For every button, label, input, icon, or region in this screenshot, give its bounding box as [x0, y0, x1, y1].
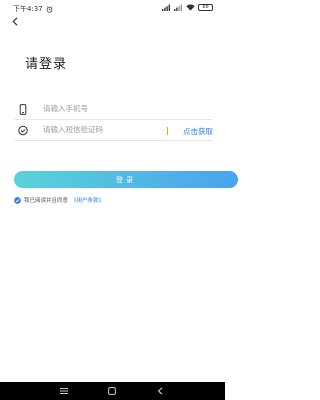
agreement-text: 我已阅读并且同意 — [24, 198, 69, 204]
signal-icon — [162, 4, 170, 11]
page-title: 请登录 — [25, 57, 68, 72]
wifi-icon — [186, 4, 195, 11]
menu-icon — [60, 388, 68, 394]
status-bar: 下午4:37 88 — [0, 0, 225, 16]
battery-icon: 88 — [198, 4, 213, 11]
status-right: 88 — [162, 4, 213, 11]
code-divider — [167, 127, 168, 135]
agreement: 我已阅读并且同意 《用户条款》 — [14, 196, 104, 204]
terms-link[interactable]: 《用户条款》 — [71, 196, 104, 204]
code-input[interactable] — [43, 125, 163, 134]
checkbox-checked-icon[interactable] — [14, 196, 21, 204]
shield-check-icon — [18, 125, 28, 136]
get-code-button[interactable]: 点击获取 — [183, 126, 213, 137]
phone-input[interactable] — [43, 104, 163, 113]
back-triangle-icon — [157, 387, 163, 395]
alarm-icon — [46, 5, 53, 13]
nav-menu-button[interactable] — [59, 386, 69, 396]
nav-back-button[interactable] — [155, 386, 165, 396]
status-time: 下午4:37 — [13, 5, 43, 13]
back-button[interactable] — [8, 14, 22, 28]
phone-row — [14, 100, 213, 120]
chevron-left-icon — [12, 16, 18, 26]
navigation-bar — [0, 382, 225, 400]
phone-icon — [19, 104, 27, 115]
code-row: 点击获取 — [14, 121, 213, 141]
login-screen: 下午4:37 88 请登录 请输入手机号 请输入短信验证码 点击获取 登录 我已… — [0, 0, 238, 400]
nav-home-button[interactable] — [107, 386, 117, 396]
login-button-label: 登录 — [116, 175, 136, 184]
signal-icon-2 — [174, 4, 182, 11]
login-button[interactable]: 登录 — [14, 171, 238, 188]
home-square-icon — [108, 387, 116, 395]
status-left: 下午4:37 — [13, 4, 53, 14]
